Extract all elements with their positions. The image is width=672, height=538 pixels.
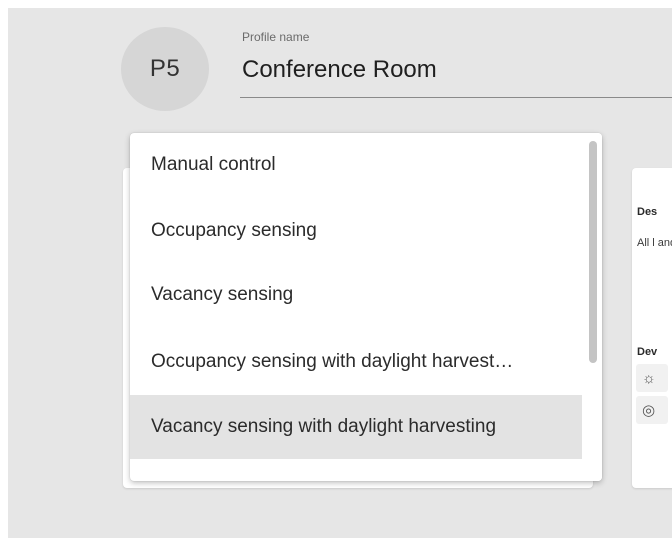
description-title: Des bbox=[637, 206, 658, 218]
option-occupancy-daylight[interactable]: Occupancy sensing with daylight harvest… bbox=[130, 330, 582, 394]
option-vacancy-daylight[interactable]: Vacancy sensing with daylight harvesting bbox=[130, 395, 582, 459]
dropdown-scrollbar[interactable] bbox=[584, 133, 602, 481]
devices-title: Dev bbox=[637, 346, 658, 358]
option-vacancy-sensing[interactable]: Vacancy sensing bbox=[130, 263, 582, 327]
sensor-icon: ◎ bbox=[636, 396, 668, 424]
option-occupancy-sensing[interactable]: Occupancy sensing bbox=[130, 199, 582, 263]
option-manual-control[interactable]: Manual control bbox=[130, 133, 582, 197]
light-bulb-icon: ☼ bbox=[636, 364, 668, 392]
dropdown-scroll-thumb[interactable] bbox=[589, 141, 597, 363]
control-mode-dropdown[interactable]: Manual control Occupancy sensing Vacancy… bbox=[130, 133, 602, 481]
avatar: P5 bbox=[121, 27, 209, 111]
description-text: All l and auto suff bbox=[637, 237, 672, 249]
profile-name-label: Profile name bbox=[242, 30, 310, 44]
profile-name-underline bbox=[240, 97, 672, 98]
profile-name-field[interactable]: Profile name Conference Room bbox=[240, 28, 672, 98]
details-card: Des All l and auto suff Dev ☼ ◎ bbox=[632, 168, 672, 488]
avatar-initials: P5 bbox=[149, 55, 181, 82]
profile-editor-page: P5 Profile name Conference Room Des All … bbox=[8, 8, 672, 538]
profile-name-input[interactable]: Conference Room bbox=[242, 56, 437, 84]
